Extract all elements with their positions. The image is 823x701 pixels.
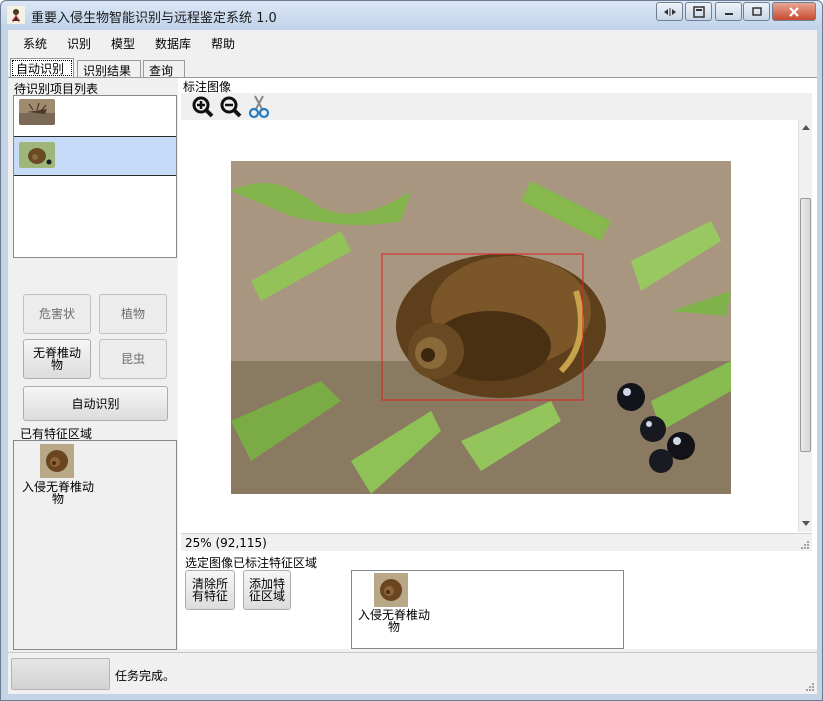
window-resize-grip-icon[interactable] [805,682,815,692]
tab-auto-recognize[interactable]: 自动识别 [10,58,74,78]
menu-recognize[interactable]: 识别 [67,35,91,52]
queue-item[interactable] [14,96,176,136]
restore-helper-button[interactable] [685,2,712,21]
minimize-icon [724,12,733,15]
specimen-image [231,161,731,494]
window-title: 重要入侵生物智能识别与远程鉴定系统 1.0 [31,11,277,26]
plant-button[interactable]: 植物 [99,294,167,334]
tab-strip: 自动识别 识别结果 查询 [8,58,817,78]
selected-region-label: 入侵无脊椎动物 [357,608,430,634]
selected-regions-label: 选定图像已标注特征区域 [185,556,318,570]
hazard-button[interactable]: 危害状 [23,294,91,334]
auto-recognize-button[interactable]: 自动识别 [23,386,168,421]
snail-app-icon [7,6,25,24]
extra-caption-button[interactable] [656,2,683,21]
snail-category-icon [40,444,74,478]
image-toolbar [181,93,812,120]
scroll-up-icon[interactable] [802,124,810,130]
image-canvas[interactable] [181,120,812,532]
resize-grip-icon[interactable] [800,540,810,550]
zoom-in-icon[interactable] [191,95,215,119]
selected-region-item[interactable]: 入侵无脊椎动物 [356,573,436,643]
insect-button[interactable]: 昆虫 [99,339,167,379]
client-area: 系统 识别 模型 数据库 帮助 自动识别 识别结果 查询 待识别项目列表 危害状… [8,30,817,694]
insect-thumbnail [19,99,55,125]
menu-help[interactable]: 帮助 [211,35,235,52]
menu-system[interactable]: 系统 [23,35,47,52]
status-text: 任务完成。 [115,669,176,683]
existing-regions-list[interactable]: 入侵无脊椎动物 [13,440,177,650]
tab-results[interactable]: 识别结果 [77,60,141,78]
scissors-icon[interactable] [247,94,271,119]
menu-database[interactable]: 数据库 [155,35,191,52]
image-status-bar: 25% (92,115) [181,533,812,551]
queue-list[interactable] [13,95,177,258]
status-bar: 任务完成。 [8,652,817,694]
vertical-scrollbar[interactable] [798,120,812,532]
existing-region-label: 入侵无脊椎动物 [21,480,94,506]
invertebrate-button[interactable]: 无脊椎动物 [23,339,91,379]
app-window: 重要入侵生物智能识别与远程鉴定系统 1.0 系统 识别 模型 数据库 帮助 自动… [0,0,823,701]
selected-regions-list[interactable]: 入侵无脊椎动物 [351,570,624,649]
window-icon [692,5,705,18]
scroll-thumb[interactable] [800,198,811,452]
close-button[interactable] [772,2,816,21]
snail-category-icon [374,573,408,607]
maximize-icon [751,6,762,16]
menu-model[interactable]: 模型 [111,35,135,52]
menu-bar: 系统 识别 模型 数据库 帮助 [8,30,817,56]
progress-bar [11,658,110,690]
tab-query[interactable]: 查询 [143,60,185,78]
maximize-button[interactable] [743,2,770,21]
clear-all-features-button[interactable]: 清除所有特征 [185,570,235,610]
existing-region-item[interactable]: 入侵无脊椎动物 [20,444,100,508]
add-feature-region-button[interactable]: 添加特征区域 [243,570,291,610]
queue-item[interactable] [14,136,176,176]
close-icon [789,6,799,17]
title-bar[interactable]: 重要入侵生物智能识别与远程鉴定系统 1.0 [1,1,822,29]
minimize-button[interactable] [715,2,742,21]
snail-thumbnail [19,142,55,168]
swap-icon [663,7,676,16]
auto-recognize-page: 待识别项目列表 危害状 植物 无脊椎动物 昆虫 自动识别 已有特征区域 入侵无脊… [8,77,817,650]
scroll-down-icon[interactable] [802,521,810,527]
zoom-out-icon[interactable] [219,95,243,119]
zoom-coordinate-readout: 25% (92,115) [185,536,267,550]
